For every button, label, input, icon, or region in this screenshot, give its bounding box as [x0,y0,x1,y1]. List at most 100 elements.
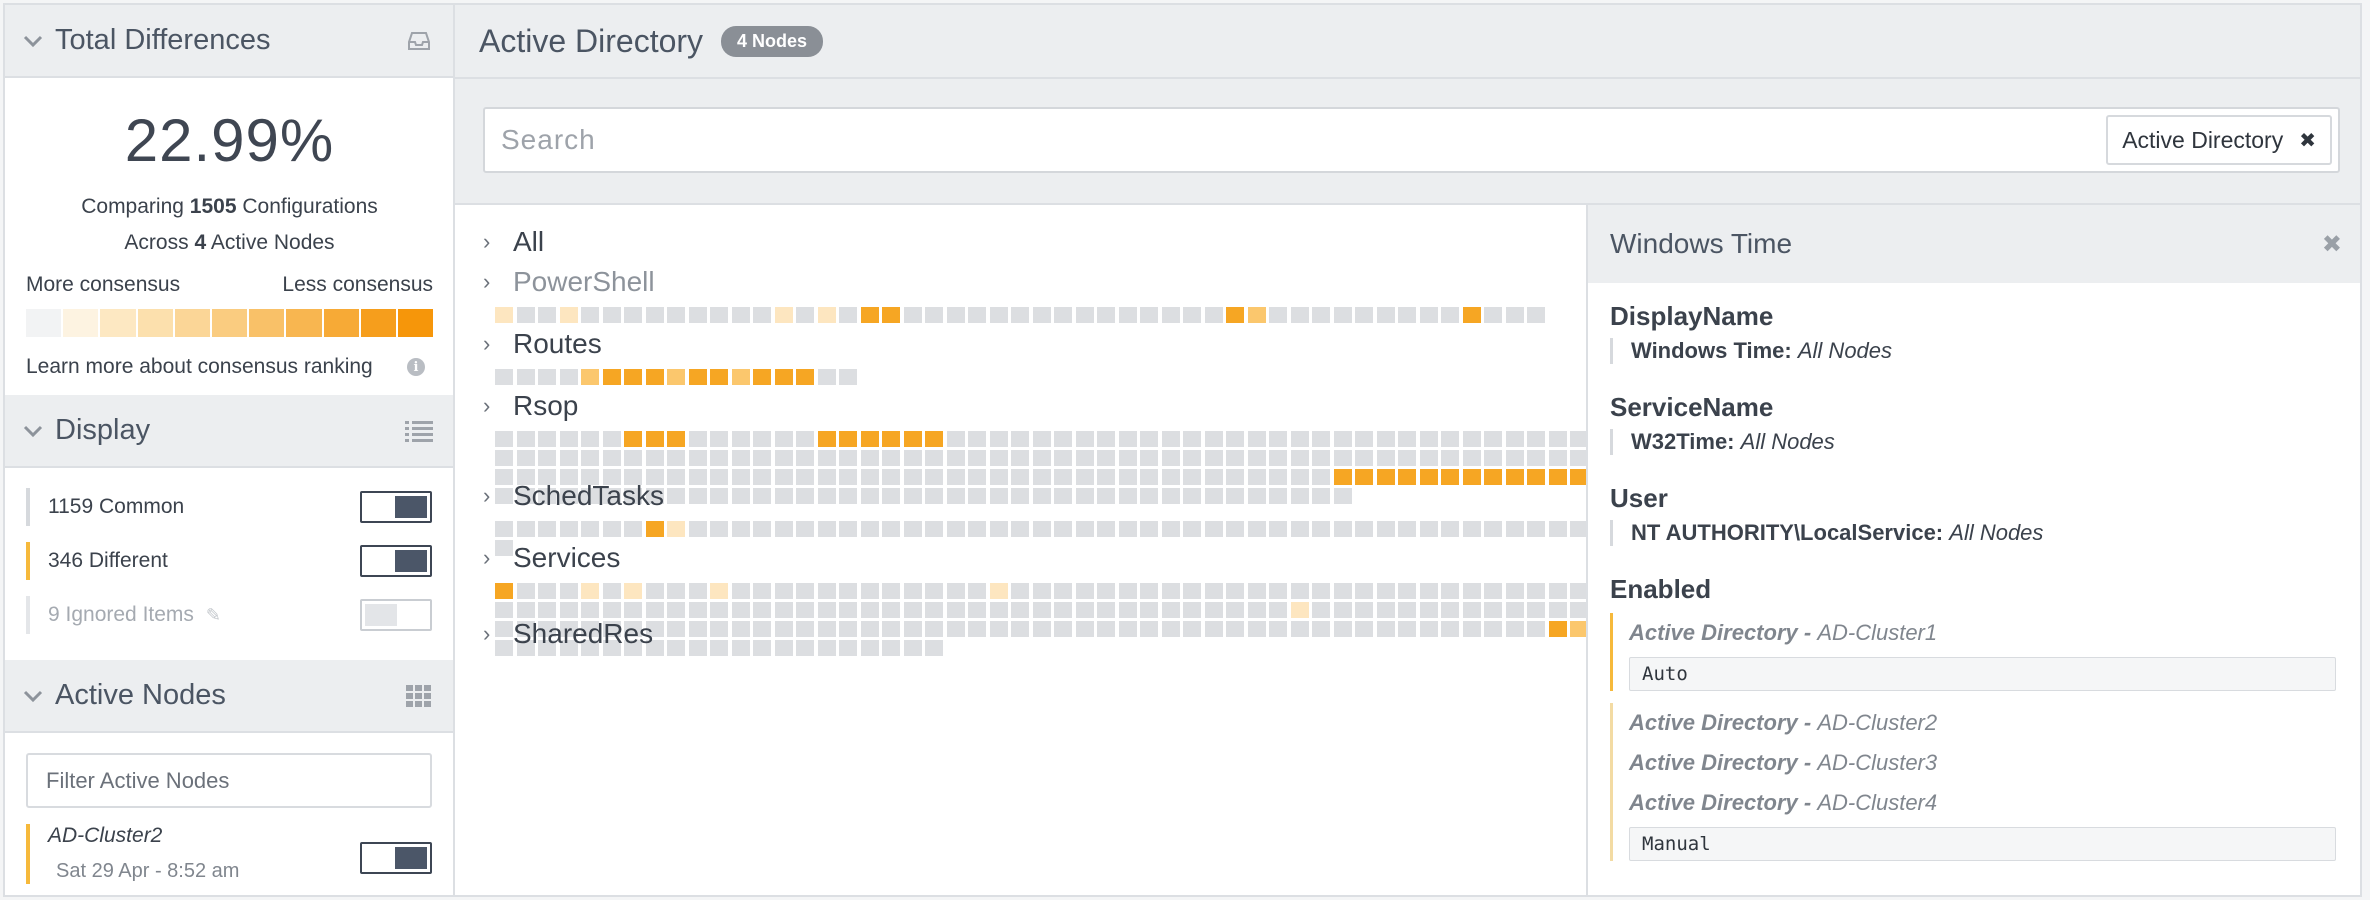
config-cell[interactable] [946,450,965,466]
config-cell[interactable] [860,307,879,323]
config-cell[interactable] [1376,602,1395,618]
remove-filter-icon[interactable]: ✖ [2299,128,2316,153]
config-cell[interactable] [774,369,793,385]
config-cell[interactable] [1140,488,1158,504]
config-cell[interactable] [1118,307,1137,323]
config-cell[interactable] [1075,431,1094,447]
config-cell[interactable] [817,469,836,485]
config-cell[interactable] [925,431,943,447]
config-cell[interactable] [1183,602,1201,618]
config-cell[interactable] [645,431,664,447]
config-cell[interactable] [1075,521,1094,537]
config-cell[interactable] [1011,488,1029,504]
config-cell[interactable] [1290,621,1309,637]
chevron-down-icon[interactable] [23,421,43,441]
config-cell[interactable] [860,602,879,618]
config-cell[interactable] [645,583,664,599]
config-cell[interactable] [667,469,685,485]
config-cell[interactable] [1462,450,1481,466]
config-cell[interactable] [1204,621,1223,637]
config-cell[interactable] [1290,450,1309,466]
learn-more-row[interactable]: Learn more about consensus ranking i [26,355,433,379]
config-cell[interactable] [581,450,599,466]
config-cell[interactable] [860,640,879,656]
config-cell[interactable] [1097,469,1115,485]
config-cell[interactable] [774,602,793,618]
config-cell[interactable] [1333,488,1352,504]
config-cell[interactable] [538,583,556,599]
config-cell[interactable] [1011,621,1029,637]
config-cell[interactable] [731,469,750,485]
config-cell[interactable] [667,307,685,323]
config-cell[interactable] [602,431,621,447]
config-cell[interactable] [731,488,750,504]
config-cell[interactable] [1247,469,1266,485]
config-cell[interactable] [516,431,535,447]
config-cell[interactable] [1333,621,1352,637]
config-cell[interactable] [559,521,578,537]
config-cell[interactable] [1032,450,1051,466]
config-cell[interactable] [1269,583,1287,599]
config-cell[interactable] [645,307,664,323]
config-cell[interactable] [1247,621,1266,637]
config-cell[interactable] [1570,621,1587,637]
config-cell[interactable] [1290,307,1309,323]
config-cell[interactable] [624,521,642,537]
config-cell[interactable] [903,521,922,537]
config-cell[interactable] [1161,307,1180,323]
config-cell[interactable] [1269,488,1287,504]
config-cell[interactable] [1548,450,1567,466]
config-cell[interactable] [839,369,857,385]
config-cell[interactable] [1075,583,1094,599]
config-cell[interactable] [1548,469,1567,485]
config-cell[interactable] [495,583,513,599]
config-cell[interactable] [1054,431,1072,447]
config-cell[interactable] [710,640,728,656]
config-cell[interactable] [989,602,1008,618]
config-cell[interactable] [903,450,922,466]
config-cell[interactable] [731,521,750,537]
config-cell[interactable] [925,488,943,504]
config-cell[interactable] [581,583,599,599]
config-cell[interactable] [1032,602,1051,618]
config-cell[interactable] [1376,521,1395,537]
config-cell[interactable] [882,621,900,637]
config-cell[interactable] [559,307,578,323]
config-cell[interactable] [753,521,771,537]
config-cell[interactable] [817,450,836,466]
config-cell[interactable] [817,521,836,537]
config-cell[interactable] [1462,621,1481,637]
config-cell[interactable] [1226,469,1244,485]
config-cell[interactable] [1269,450,1287,466]
category-schedtasks[interactable]: › SchedTasks [483,480,1587,556]
config-cell[interactable] [839,450,857,466]
config-cell[interactable] [839,431,857,447]
config-cell[interactable] [1290,488,1309,504]
config-cell[interactable] [581,521,599,537]
config-cell[interactable] [1161,621,1180,637]
search-box[interactable]: Active Directory ✖ [483,107,2340,173]
config-cell[interactable] [1333,521,1352,537]
config-cell[interactable] [1355,602,1373,618]
config-cell[interactable] [860,431,879,447]
config-cell[interactable] [1075,450,1094,466]
total-differences-header[interactable]: Total Differences [5,5,453,78]
config-cell[interactable] [989,521,1008,537]
config-cell[interactable] [1441,602,1459,618]
config-cell[interactable] [1462,431,1481,447]
config-cell[interactable] [1118,488,1137,504]
config-cell[interactable] [1312,621,1330,637]
config-cell[interactable] [667,369,685,385]
config-cell[interactable] [516,450,535,466]
config-cell[interactable] [1355,621,1373,637]
config-cell[interactable] [817,488,836,504]
config-cell[interactable] [559,602,578,618]
config-cell[interactable] [731,369,750,385]
chevron-down-icon[interactable] [23,31,43,51]
config-cell[interactable] [1161,469,1180,485]
config-cell[interactable] [946,431,965,447]
config-cell[interactable] [753,469,771,485]
config-cell[interactable] [903,488,922,504]
config-cell[interactable] [946,521,965,537]
config-cell[interactable] [1484,583,1502,599]
